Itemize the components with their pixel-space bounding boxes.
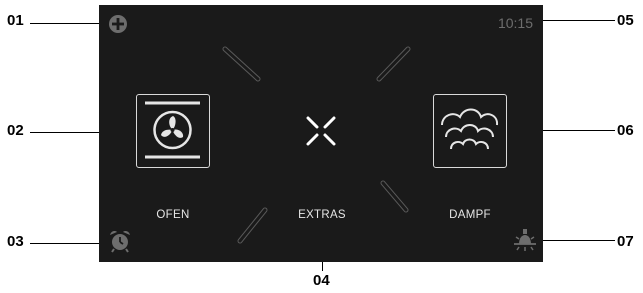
callout-07: 07 <box>617 233 634 250</box>
fan-icon <box>145 101 200 159</box>
oven-label: OFEN <box>156 209 190 221</box>
callout-02: 02 <box>7 122 24 139</box>
oven-light-icon <box>514 229 536 251</box>
light-button[interactable] <box>512 227 538 253</box>
callout-01: 01 <box>7 12 24 29</box>
leader-line-01 <box>30 23 104 24</box>
steam-clouds-icon <box>441 108 499 150</box>
callout-05: 05 <box>617 12 634 29</box>
leader-line-07 <box>538 240 615 241</box>
leader-line-03 <box>30 243 106 244</box>
callout-03: 03 <box>7 233 24 250</box>
leader-line-05 <box>538 20 615 21</box>
extras-button[interactable] <box>305 115 337 147</box>
callout-06: 06 <box>617 122 634 139</box>
callout-04: 04 <box>313 272 330 289</box>
alarm-button[interactable] <box>108 229 132 253</box>
steam-label: DAMPF <box>449 209 491 221</box>
oven-button[interactable] <box>136 94 210 168</box>
extras-x-icon <box>306 116 336 146</box>
control-panel-display: 10:15 OFEN EXTRAS DAMPF <box>99 5 543 262</box>
extras-label: EXTRAS <box>298 209 346 221</box>
alarm-clock-icon <box>110 231 130 253</box>
steam-button[interactable] <box>433 94 507 168</box>
